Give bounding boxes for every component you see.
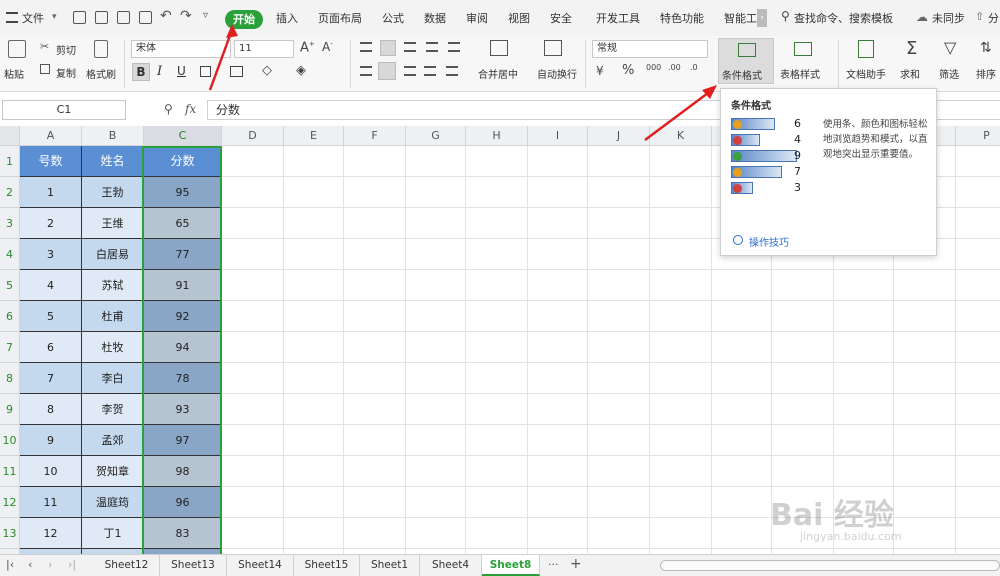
sheet-tabs-bar: |‹ ‹ › ›| Sheet12 Sheet13 Sheet14 Sheet15 Sh… <box>0 554 1000 576</box>
add-sheet-icon[interactable]: + <box>570 556 582 572</box>
horizontal-scrollbar[interactable] <box>660 560 1000 571</box>
watermark-logo: Bai 经验 <box>770 498 894 533</box>
arrow-head-icon <box>226 24 238 38</box>
sheet-tab[interactable]: Sheet14 <box>227 555 294 576</box>
watermark-url: jingyan.baidu.com <box>800 530 902 543</box>
sheet-tab[interactable]: Sheet15 <box>294 555 360 576</box>
sheet-tab[interactable]: Sheet8 <box>482 555 540 576</box>
last-sheet-icon[interactable]: ›| <box>68 558 76 571</box>
sheet-tab[interactable]: Sheet13 <box>160 555 227 576</box>
arrow-to-home-tab <box>208 29 234 91</box>
more-sheets-icon[interactable]: ··· <box>548 558 559 571</box>
sheet-tab[interactable]: Sheet4 <box>420 555 482 576</box>
arrow-to-cond-format <box>644 88 713 142</box>
sheet-tab[interactable]: Sheet1 <box>360 555 420 576</box>
prev-sheet-icon[interactable]: ‹ <box>28 558 32 571</box>
next-sheet-icon[interactable]: › <box>48 558 52 571</box>
sheet-tab[interactable]: Sheet12 <box>94 555 160 576</box>
first-sheet-icon[interactable]: |‹ <box>6 558 14 571</box>
